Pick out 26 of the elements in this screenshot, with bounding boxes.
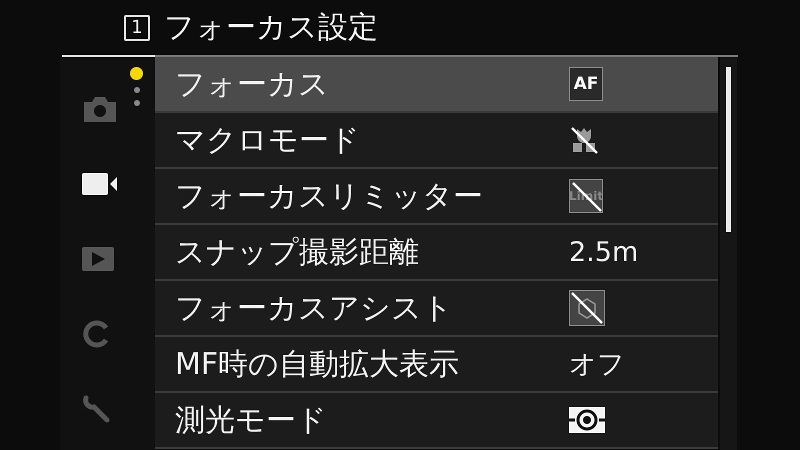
page-number: 1: [124, 14, 150, 40]
menu-row[interactable]: スナップ撮影距離 2.5m: [155, 225, 718, 281]
menu-label: MF時の自動拡大表示: [174, 346, 460, 384]
menu-row[interactable]: フォーカス AF: [155, 57, 718, 113]
video-camera-icon[interactable]: [82, 172, 118, 196]
menu-row[interactable]: MF時の自動拡大表示 オフ: [155, 337, 718, 393]
menu-label: 測光モード: [174, 402, 328, 440]
wrench-icon[interactable]: [82, 394, 112, 424]
metering-icon: [569, 407, 605, 433]
menu-label: マクロモード: [174, 122, 361, 160]
setting-value: オフ: [569, 348, 625, 382]
focus-assist-off-icon: [569, 290, 605, 326]
menu-label: フォーカス: [174, 66, 330, 104]
scroll-thumb[interactable]: [726, 67, 731, 232]
custom-mode-icon[interactable]: [82, 320, 110, 348]
menu-row[interactable]: 測光モード: [155, 393, 718, 449]
menu-row[interactable]: マクロモード: [155, 113, 718, 169]
menu-label: フォーカスリミッター: [174, 178, 484, 216]
menu-title: フォーカス設定: [164, 9, 378, 47]
menu-row[interactable]: フォーカスアシスト: [155, 281, 718, 337]
af-badge: AF: [569, 67, 603, 101]
menu-label: スナップ撮影距離: [174, 234, 420, 272]
flower-crossed-icon: [569, 125, 599, 155]
playback-icon[interactable]: [82, 246, 114, 270]
setting-value: 2.5m: [569, 236, 638, 268]
menu-label: フォーカスアシスト: [174, 290, 454, 328]
